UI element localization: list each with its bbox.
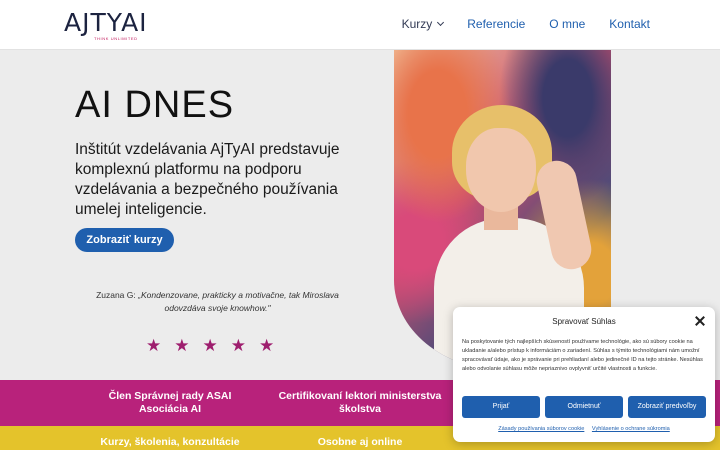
hero-title: AI DNES — [75, 84, 235, 126]
service-online: Osobne aj online — [317, 436, 403, 448]
logo[interactable]: AJTYAI THINK UNLIMITED — [64, 10, 156, 42]
quote-author: Zuzana G: — [96, 290, 139, 300]
cookie-buttons: Prijať Odmietnuť Zobraziť predvoľby — [462, 396, 706, 418]
close-icon[interactable] — [694, 315, 706, 327]
hero-description: Inštitút vzdelávania AjTyAI predstavuje … — [75, 141, 340, 218]
site-header: AJTYAI THINK UNLIMITED Kurzy Referencie … — [0, 0, 720, 50]
service-courses: Kurzy, školenia, konzultácie — [100, 436, 240, 448]
main-nav: Kurzy Referencie O mne Kontakt — [378, 17, 650, 31]
privacy-statement-link[interactable]: Vyhlásenie o ochrane súkromia — [592, 426, 670, 432]
cookie-policy-link[interactable]: Zásady používania súborov cookie — [498, 426, 584, 432]
rating-stars: ★ ★ ★ ★ ★ — [146, 337, 274, 354]
cookie-consent-dialog: Spravovať Súhlas Na poskytovanie tých na… — [453, 307, 715, 442]
nav-item-label: Kurzy — [401, 17, 433, 31]
nav-item-referencie[interactable]: Referencie — [467, 17, 525, 31]
cookie-dialog-title: Spravovať Súhlas — [552, 317, 616, 326]
cookie-dialog-text: Na poskytovanie tých najlepších skúsenos… — [462, 339, 703, 372]
chevron-down-icon — [437, 18, 445, 27]
photo-shape — [466, 128, 536, 212]
star-icon: ★ — [174, 336, 190, 355]
show-courses-button[interactable]: Zobraziť kurzy — [75, 228, 174, 252]
accept-button[interactable]: Prijať — [462, 396, 540, 418]
nav-item-kontakt[interactable]: Kontakt — [609, 17, 650, 31]
credential-certified-lectors: Certifikovaní lektori ministerstva škols… — [278, 390, 442, 415]
star-icon: ★ — [230, 336, 246, 355]
logo-text: AJTYAI — [64, 8, 148, 37]
star-icon: ★ — [202, 336, 218, 355]
star-icon: ★ — [146, 336, 162, 355]
testimonial-quote: Zuzana G: „Kondenzovane, prakticky a mot… — [75, 289, 360, 315]
cookie-links: Zásady používania súborov cookie Vyhláse… — [453, 426, 715, 432]
credential-asai: Člen Správnej rady ASAI Asociácia AI — [108, 390, 232, 415]
nav-item-kurzy[interactable]: Kurzy — [401, 17, 445, 31]
logo-tagline: THINK UNLIMITED — [94, 36, 138, 41]
deny-button[interactable]: Odmietnuť — [545, 396, 623, 418]
quote-text: „Kondenzovane, prakticky a motivačne, ta… — [138, 290, 339, 313]
preferences-button[interactable]: Zobraziť predvoľby — [628, 396, 706, 418]
star-icon: ★ — [259, 336, 275, 355]
nav-item-o-mne[interactable]: O mne — [549, 17, 585, 31]
